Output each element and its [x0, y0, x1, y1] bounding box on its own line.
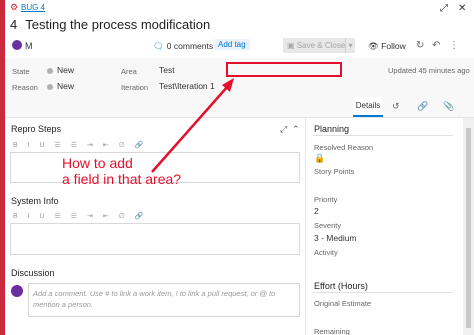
- comment-icon: 🗨: [153, 41, 164, 51]
- history-icon[interactable]: ↺: [392, 101, 400, 112]
- eye-icon: 👁: [368, 41, 379, 51]
- undo-icon[interactable]: ↶: [432, 40, 440, 51]
- state-indicator-icon: [47, 67, 53, 74]
- refresh-icon[interactable]: ↻: [416, 40, 424, 51]
- rich-text-toolbar[interactable]: B I U ☰ ☰ ⇥ ⇤ ∅ 🔗: [13, 141, 147, 149]
- priority-label: Priority: [314, 195, 338, 204]
- save-dropdown-icon[interactable]: ▾: [345, 38, 355, 53]
- original-estimate-label: Original Estimate: [314, 299, 372, 308]
- annotation-text-line1: How to add: [62, 155, 133, 171]
- actions-menu-icon[interactable]: ⋮: [449, 40, 459, 51]
- system-info-editor[interactable]: [10, 223, 300, 255]
- iteration-label: Iteration: [121, 83, 149, 92]
- annotation-highlight-box: [226, 62, 342, 77]
- follow-label: Follow: [381, 41, 406, 51]
- remaining-label: Remaining: [314, 327, 350, 335]
- priority-field[interactable]: 2: [314, 206, 319, 216]
- story-points-label: Story Points: [314, 167, 355, 176]
- bug-icon: ⚙: [10, 2, 19, 12]
- area-field[interactable]: Test: [159, 65, 175, 75]
- lock-icon: 🔒: [314, 153, 326, 163]
- work-item-id: 4: [10, 17, 18, 32]
- planning-underline: [313, 135, 453, 136]
- annotation-text-line2: a field in that area?: [62, 171, 182, 187]
- resolved-reason-label: Resolved Reason: [314, 143, 374, 152]
- state-value: New: [57, 65, 75, 75]
- reason-value: New: [57, 81, 75, 91]
- discussion-title: Discussion: [11, 268, 55, 278]
- attachments-icon[interactable]: 📎: [443, 101, 454, 112]
- assignee-avatar[interactable]: [12, 40, 22, 50]
- title-text: Testing the process modification: [25, 17, 211, 32]
- comments-label: 0 comments: [166, 41, 214, 51]
- comments-link[interactable]: 🗨 0 comments: [153, 41, 213, 52]
- discussion-input[interactable]: Add a comment. Use # to link a work item…: [28, 283, 300, 317]
- reason-field[interactable]: New: [47, 81, 74, 91]
- save-icon: ▣: [287, 41, 295, 50]
- scrollbar-thumb[interactable]: [466, 128, 471, 328]
- follow-button[interactable]: 👁 Follow: [368, 41, 406, 52]
- planning-title: Planning: [314, 124, 350, 134]
- state-field[interactable]: New: [47, 65, 74, 75]
- activity-label: Activity: [314, 248, 338, 257]
- bug-link[interactable]: BUG 4: [21, 3, 45, 12]
- area-label: Area: [121, 67, 137, 76]
- tab-details[interactable]: Details: [353, 97, 383, 117]
- state-label: State: [12, 67, 30, 76]
- effort-title: Effort (Hours): [314, 281, 368, 291]
- iteration-field[interactable]: Test\Iteration 1: [159, 81, 215, 91]
- add-tag-button[interactable]: Add tag: [214, 39, 250, 50]
- severity-field[interactable]: 3 - Medium: [314, 233, 357, 243]
- effort-underline: [313, 292, 453, 293]
- reason-label: Reason: [12, 83, 38, 92]
- work-item-title[interactable]: 4 Testing the process modification: [10, 17, 210, 32]
- scrollbar[interactable]: [463, 118, 474, 335]
- maximize-icon[interactable]: ⤢: [280, 124, 287, 135]
- severity-label: Severity: [314, 221, 342, 230]
- reason-indicator-icon: [47, 83, 53, 90]
- links-icon[interactable]: 🔗: [417, 101, 428, 112]
- system-info-title: System Info: [11, 196, 59, 206]
- save-close-label: Save & Close: [296, 41, 346, 50]
- repro-steps-title: Repro Steps: [11, 124, 62, 134]
- updated-timestamp: Updated 45 minutes ago: [388, 66, 470, 75]
- system-info-toolbar[interactable]: B I U ☰ ☰ ⇥ ⇤ ∅ 🔗: [13, 212, 147, 220]
- assignee-name[interactable]: M: [25, 41, 33, 51]
- current-user-avatar: [11, 285, 23, 297]
- save-close-button[interactable]: ▣ Save & Close ▾: [283, 38, 355, 53]
- collapse-icon[interactable]: ⌃: [292, 124, 300, 135]
- expand-icon[interactable]: ⤢: [440, 3, 448, 14]
- close-icon[interactable]: ✕: [458, 3, 466, 14]
- column-divider: [305, 118, 306, 335]
